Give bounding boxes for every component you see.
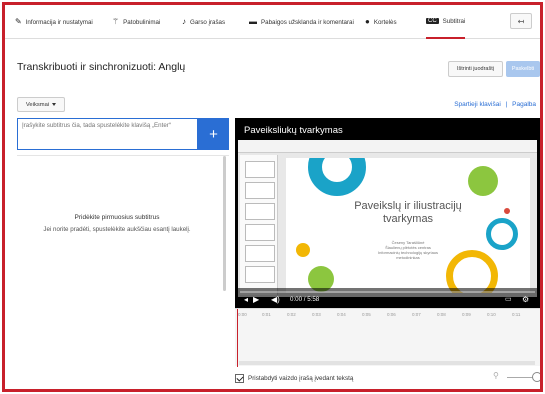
back-arrow-icon: ↤ — [517, 16, 525, 26]
publish-button[interactable]: Paskelbti — [506, 61, 540, 77]
caption-input[interactable] — [17, 118, 198, 150]
slide-subtitle: Česeny Tarašliūnė Šiaulienų plėtotės cen… — [377, 240, 439, 260]
timeline-tick: 0:02 — [287, 312, 296, 317]
video-player[interactable]: Paveikslų ir iliustracijų tvarkymas Čese… — [235, 118, 540, 308]
tab-label: Pabaigos užsklanda ir komentarai — [261, 18, 354, 26]
timeline-tick: 0:04 — [337, 312, 346, 317]
pause-while-typing-checkbox[interactable] — [235, 374, 244, 383]
tab-bar: ✎ Informacija ir nustatymai ⚚ Patobulini… — [5, 5, 540, 39]
tab-audio[interactable]: ♪ Garso įrašas — [182, 5, 225, 39]
video-title: Paveiksliukų tvarkymas — [244, 125, 343, 136]
end-screen-icon: ▬ — [249, 17, 257, 26]
studio-window: ✎ Informacija ir nustatymai ⚚ Patobulini… — [2, 2, 543, 392]
caption-list: Pridėkite pirmuosius subtitrus Jei norit… — [17, 155, 229, 365]
timeline-tick: 0:07 — [412, 312, 421, 317]
zoom-slider-handle[interactable] — [532, 372, 540, 382]
timeline-tick: 0:01 — [262, 312, 271, 317]
caption-list-scrollbar[interactable] — [223, 156, 226, 291]
timeline-tick: 0:08 — [437, 312, 446, 317]
tab-label: Informacija ir nustatymai — [25, 18, 93, 26]
tab-cards[interactable]: ● Kortelės — [365, 5, 397, 39]
play-icon[interactable]: ▶ — [253, 295, 259, 305]
timeline-tick: 0:03 — [312, 312, 321, 317]
timeline-tick: 0:00 — [238, 312, 247, 317]
timeline-tick: 0:11 — [512, 312, 521, 317]
back-button[interactable]: ↤ — [510, 13, 532, 29]
captions-icon[interactable]: ▭ — [505, 295, 512, 305]
empty-state-subtitle: Jei norite pradėti, spustelėkite aukščia… — [43, 226, 191, 233]
presentation-toolbar-image — [238, 140, 537, 153]
tab-subtitles[interactable]: CC Subtitrai — [426, 5, 466, 39]
info-icon: ● — [365, 17, 370, 26]
tab-label: Subtitrai — [442, 17, 466, 25]
tab-enhancements[interactable]: ⚚ Patobulinimai — [112, 5, 160, 39]
video-frame: Paveikslų ir iliustracijų tvarkymas Čese… — [238, 140, 537, 297]
slide-thumbnails-image — [240, 155, 278, 295]
decor-circle — [308, 158, 366, 196]
previous-icon[interactable]: ◂ — [244, 295, 248, 305]
plus-icon: + — [209, 125, 218, 143]
seek-bar[interactable] — [240, 291, 535, 293]
timeline-tick: 0:09 — [462, 312, 471, 317]
timeline-scrollbar[interactable] — [239, 361, 535, 365]
tab-end-screen[interactable]: ▬ Pabaigos užsklanda ir komentarai — [249, 5, 354, 39]
cc-icon: CC — [426, 18, 439, 24]
actions-dropdown[interactable]: Veiksmai — [17, 97, 65, 112]
volume-icon[interactable]: ◀) — [271, 295, 280, 305]
zoom-slider-track[interactable] — [507, 377, 535, 378]
zoom-icon: ⚲ — [493, 371, 499, 380]
tab-label: Patobulinimai — [123, 18, 161, 26]
slide-preview: Paveikslų ir iliustracijų tvarkymas Čese… — [286, 158, 530, 293]
timeline-tick: 0:10 — [487, 312, 496, 317]
music-note-icon: ♪ — [182, 17, 186, 26]
link-separator: | — [505, 101, 508, 108]
add-caption-button[interactable]: + — [198, 118, 229, 150]
timeline-playhead[interactable] — [237, 309, 238, 367]
decor-circle — [468, 166, 498, 196]
keyboard-shortcuts-link[interactable]: Spartieji klavišai — [454, 101, 501, 108]
timeline-tick: 0:06 — [387, 312, 396, 317]
gear-icon[interactable]: ⚙ — [522, 295, 529, 305]
page-title: Transkribuoti ir sinchronizuoti: Anglų — [17, 61, 186, 73]
pause-while-typing-label: Pristabdyti vaizdo įrašą įvedant tekstą — [248, 375, 354, 382]
empty-state-title: Pridėkite pirmuosius subtitrus — [74, 214, 160, 221]
discard-draft-button[interactable]: Ištrinti juodraštį — [448, 61, 503, 77]
pencil-icon: ✎ — [15, 17, 22, 26]
timeline-tick: 0:05 — [362, 312, 371, 317]
actions-label: Veiksmai — [25, 101, 50, 108]
time-display: 0:00 / 5:58 — [290, 296, 320, 303]
tab-info-settings[interactable]: ✎ Informacija ir nustatymai — [15, 5, 93, 39]
help-link[interactable]: Pagalba — [512, 101, 536, 108]
magic-wand-icon: ⚚ — [112, 17, 120, 26]
slide-title: Paveikslų ir iliustracijų tvarkymas — [354, 200, 462, 225]
tab-label: Kortelės — [373, 18, 397, 26]
help-links: Spartieji klavišai | Pagalba — [454, 101, 536, 108]
player-controls: ◂ ▶ ◀) 0:00 / 5:58 ▭ ⚙ — [235, 288, 540, 308]
caption-timeline[interactable]: 0:00 0:01 0:02 0:03 0:04 0:05 0:06 0:07 … — [235, 308, 540, 367]
chevron-down-icon — [52, 103, 57, 106]
tab-label: Garso įrašas — [190, 18, 226, 26]
